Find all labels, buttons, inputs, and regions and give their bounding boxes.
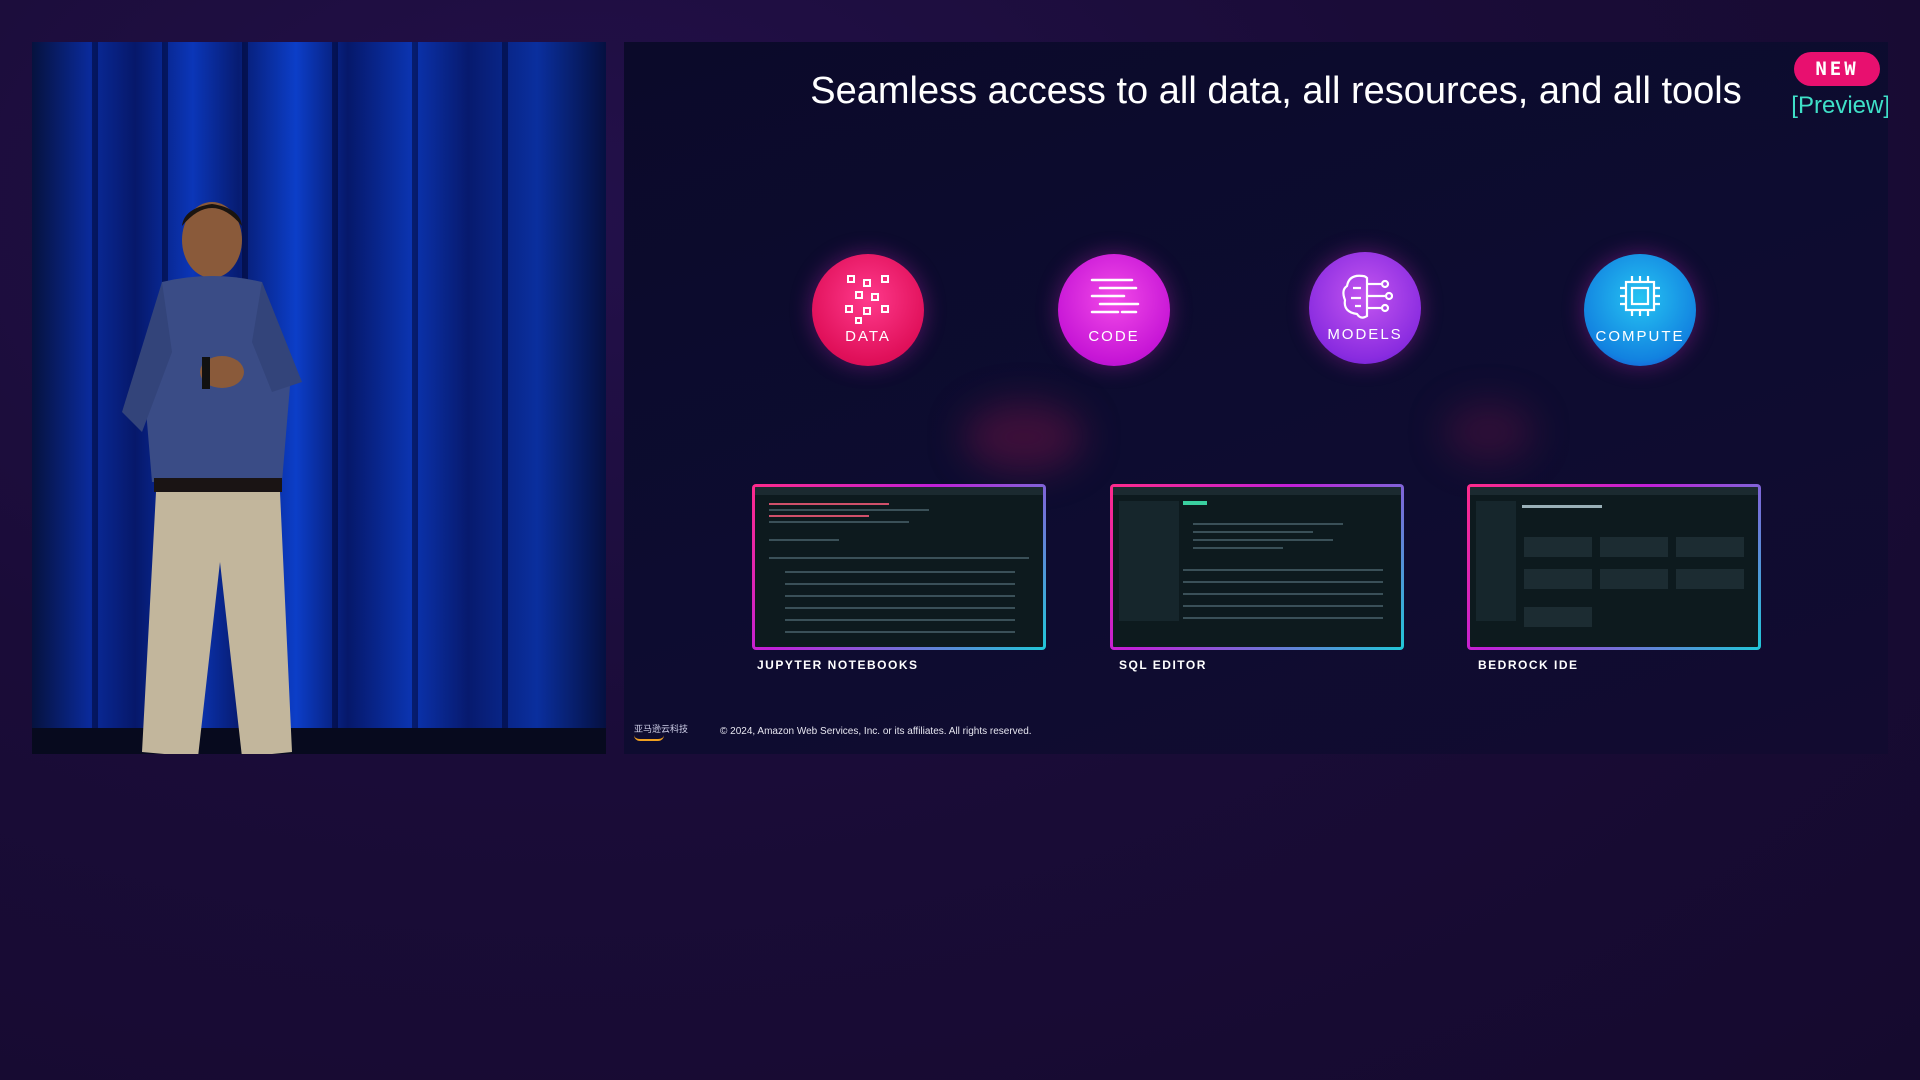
thumbnail-toolbar [1470, 487, 1758, 495]
new-badge: NEW [1794, 52, 1880, 86]
code-line [769, 503, 889, 505]
model-card [1600, 537, 1668, 557]
table-row [785, 619, 1015, 621]
chip-icon [1620, 276, 1660, 316]
pillar-data: DATA [812, 254, 924, 366]
thumbnail-toolbar [755, 487, 1043, 495]
model-card [1524, 569, 1592, 589]
thumbnail-toolbar [1113, 487, 1401, 495]
aws-logo-text: 亚马逊云科技 [634, 724, 689, 734]
presentation-slide: Seamless access to all data, all resourc… [624, 42, 1888, 754]
curtain-fold [502, 42, 508, 754]
particle-glow [964, 402, 1084, 472]
code-line [1193, 523, 1343, 525]
table-row [785, 571, 1015, 573]
curtain-fold [412, 42, 418, 754]
tool-label-bedrock: BEDROCK IDE [1478, 658, 1579, 672]
model-card [1524, 607, 1592, 627]
table-header [769, 557, 1029, 559]
model-card [1676, 569, 1744, 589]
data-grid-icon [845, 275, 889, 324]
sidebar-panel [1476, 501, 1516, 621]
model-card [1600, 569, 1668, 589]
code-line [769, 521, 909, 523]
pillar-code: CODE [1058, 254, 1170, 366]
code-line [769, 539, 839, 541]
table-row [785, 607, 1015, 609]
code-lines-icon [1090, 278, 1140, 314]
sql-editor-thumbnail [1110, 484, 1404, 650]
copyright-notice: © 2024, Amazon Web Services, Inc. or its… [720, 726, 1032, 737]
tool-label-jupyter: JUPYTER NOTEBOOKS [757, 658, 919, 672]
code-line [769, 515, 869, 517]
results-row [1183, 605, 1383, 607]
pillar-label: MODELS [1327, 326, 1403, 343]
speaker-video [32, 42, 606, 754]
model-card [1676, 537, 1744, 557]
pillar-label: CODE [1088, 328, 1140, 345]
jupyter-notebooks-thumbnail [752, 484, 1046, 650]
pillar-models: MODELS [1309, 252, 1421, 364]
curtain-fold [92, 42, 98, 754]
sidebar-panel [1119, 501, 1179, 621]
brain-circuit-icon [1342, 274, 1393, 319]
speaker-figure [122, 202, 302, 754]
active-tab [1183, 501, 1207, 505]
pillar-compute: COMPUTE [1584, 254, 1696, 366]
table-row [785, 583, 1015, 585]
results-row [1183, 569, 1383, 571]
table-row [785, 631, 1015, 633]
page-heading [1522, 505, 1602, 508]
results-row [1183, 617, 1383, 619]
code-line [1193, 531, 1313, 533]
pillar-label: COMPUTE [1595, 328, 1685, 345]
aws-logo: 亚马逊云科技 [634, 722, 688, 741]
preview-label: [Preview] [1791, 92, 1888, 119]
aws-smile-icon [634, 735, 664, 741]
slide-title: Seamless access to all data, all resourc… [810, 70, 1742, 112]
particle-glow [1444, 402, 1534, 462]
results-row [1183, 593, 1383, 595]
bedrock-ide-thumbnail [1467, 484, 1761, 650]
code-line [769, 509, 929, 511]
model-card [1524, 537, 1592, 557]
tool-label-sql: SQL EDITOR [1119, 658, 1207, 672]
results-row [1183, 581, 1383, 583]
code-line [1193, 547, 1283, 549]
code-line [1193, 539, 1333, 541]
table-row [785, 595, 1015, 597]
pillar-label: DATA [845, 328, 891, 345]
